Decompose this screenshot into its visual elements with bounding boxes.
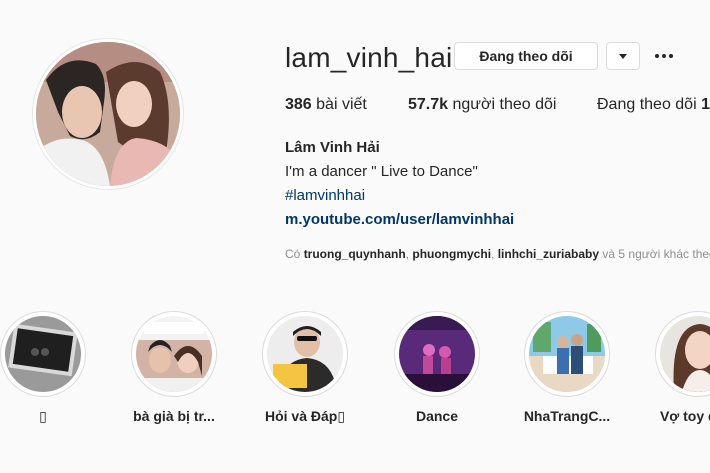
chevron-down-icon [619,53,627,59]
highlight-ring [0,311,86,397]
profile-avatar[interactable] [36,42,180,186]
highlight-label: Vợ toy dễ... [659,408,710,424]
highlight-ring [262,311,348,397]
story-highlight[interactable]: Hỏi và Đáp▯ [262,311,348,424]
profile-website-link[interactable]: m.youtube.com/user/lamvinhhai [285,211,514,228]
profile-username: lam_vinh_hai [285,42,453,73]
story-highlight[interactable]: bà già bị tr... [131,311,217,424]
follower-link[interactable]: truong_quynhanh [304,247,406,261]
highlight-label: NhaTrangC... [523,408,611,424]
profile-full-name: Lâm Vinh Hải [285,139,380,156]
bio-text: I'm a dancer " Live to Dance" [285,163,478,180]
followers-stat[interactable]: 57.7k người theo dõi [408,96,556,114]
highlight-ring [131,311,217,397]
posts-label: bài viết [316,96,367,113]
highlight-label: Dance [415,408,459,424]
posts-stat: 386 bài viết [285,96,367,114]
followers-count: 57.7k [408,96,449,113]
posts-count: 386 [285,96,312,113]
story-highlight[interactable]: Dance [394,311,480,424]
highlight-cover [136,316,212,392]
highlight-label: ▯ [39,408,47,424]
highlight-cover [5,316,81,392]
following-label: Đang theo dõi [597,96,697,113]
highlight-cover [399,316,475,392]
story-highlight[interactable]: Vợ toy dễ... [655,311,710,424]
follower-link[interactable]: linhchi_zuriababy [498,247,599,261]
following-count: 1 [701,96,710,113]
follower-link[interactable]: phuongmychi [412,247,491,261]
bio-hashtag[interactable]: #lamvinhhai [285,187,365,204]
more-options-icon[interactable] [654,46,674,66]
highlight-ring [524,311,610,397]
highlight-cover [660,316,710,392]
story-highlight[interactable]: NhaTrangC... [524,311,610,424]
highlight-label: Hỏi và Đáp▯ [264,408,346,424]
suggested-dropdown-button[interactable] [606,42,640,70]
highlight-cover [267,316,343,392]
highlight-cover [529,316,605,392]
story-highlight[interactable]: ▯ [0,311,86,424]
followed-by-suffix: và 5 người khác theo dõi [602,247,710,261]
highlight-ring [655,311,710,397]
highlight-ring [394,311,480,397]
highlight-label: bà già bị tr... [133,408,215,424]
followed-by: Có truong_quynhanh, phuongmychi, linhchi… [285,247,710,261]
avatar-photo [36,42,180,186]
followed-by-prefix: Có [285,247,301,261]
following-button[interactable]: Đang theo dõi [454,42,598,70]
following-stat[interactable]: Đang theo dõi 1 [597,96,710,114]
followers-label: người theo dõi [452,96,557,113]
